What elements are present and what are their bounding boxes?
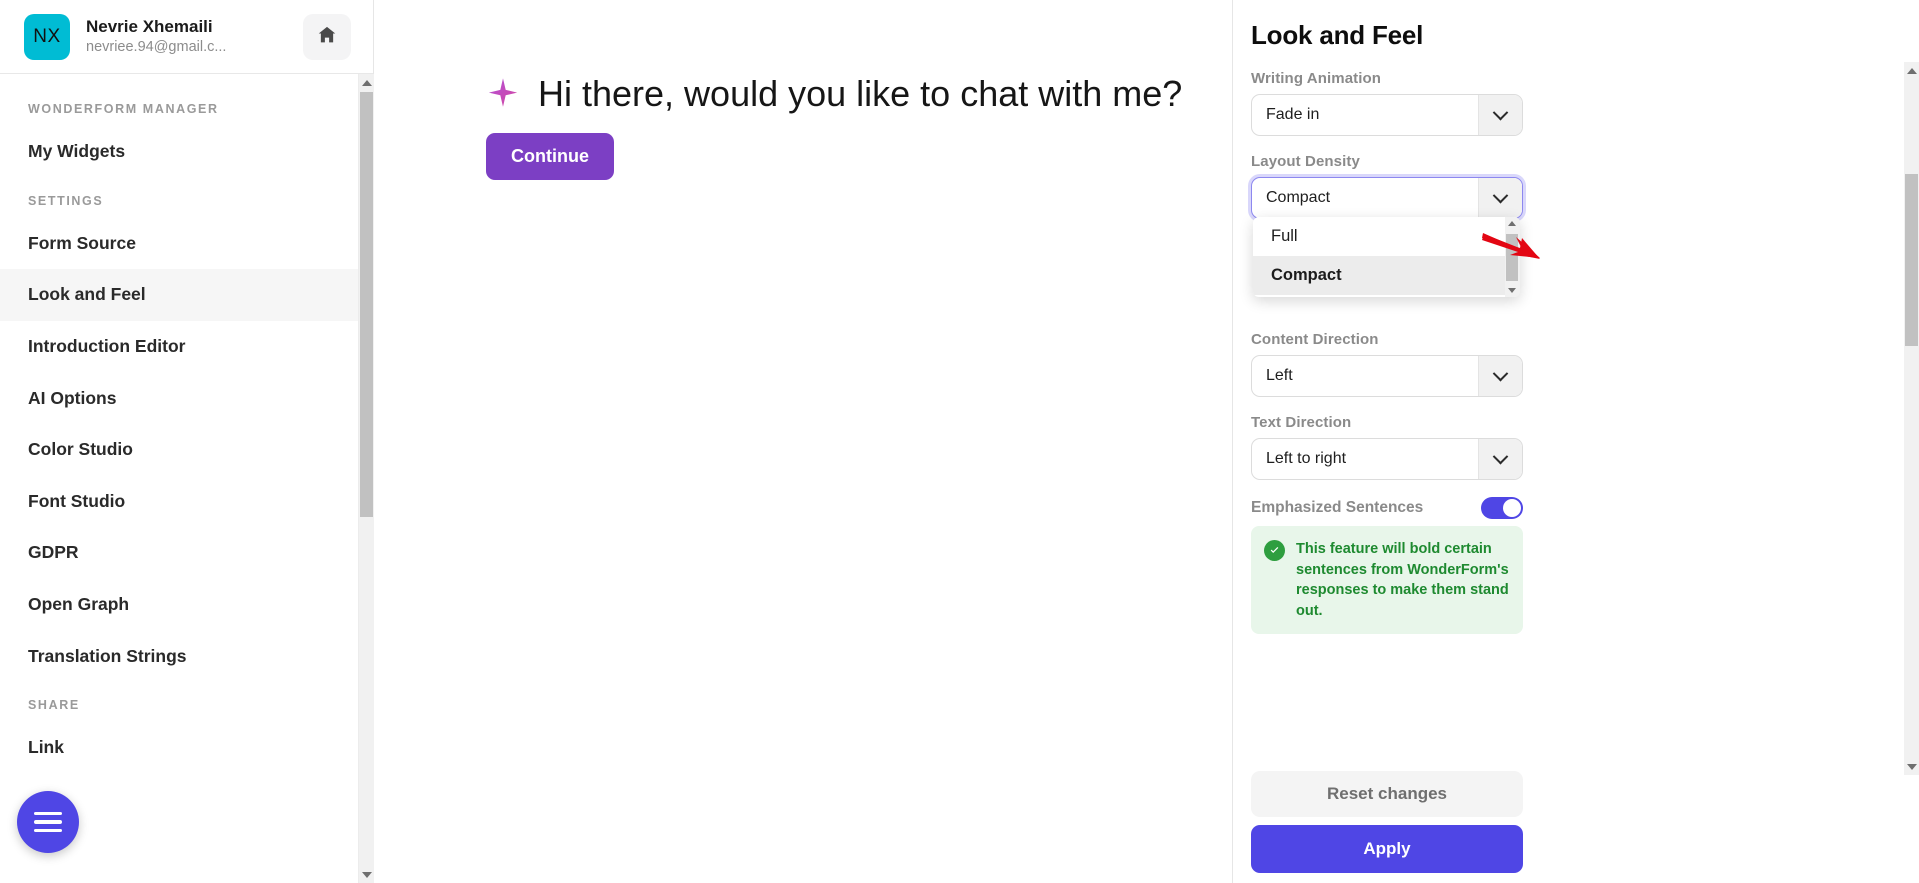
sidebar-user-header: NX Nevrie Xhemaili nevriee.94@gmail.c... — [0, 0, 373, 74]
page-title: Look and Feel — [1251, 20, 1424, 50]
home-button[interactable] — [303, 13, 351, 60]
scroll-down-arrow-icon[interactable] — [1904, 758, 1919, 775]
chat-greeting-text: Hi there, would you like to chat with me… — [538, 73, 1183, 114]
select-writing-animation[interactable]: Fade in — [1251, 94, 1523, 136]
sidebar-nav: WONDERFORM MANAGER My Widgets SETTINGS F… — [0, 74, 358, 774]
settings-panel-footer: Reset changes Apply — [1251, 771, 1523, 873]
dropdown-option-full[interactable]: Full — [1253, 217, 1520, 256]
chevron-down-icon — [1478, 356, 1522, 396]
chevron-down-icon — [1478, 95, 1522, 135]
app-root: NX Nevrie Xhemaili nevriee.94@gmail.c...… — [0, 0, 1919, 883]
scroll-up-arrow-icon[interactable] — [359, 74, 374, 91]
select-value-layout-density: Compact — [1266, 189, 1331, 206]
sidebar-scroll-area: WONDERFORM MANAGER My Widgets SETTINGS F… — [0, 74, 358, 883]
field-layout-density: Layout Density Compact Full Compact — [1251, 153, 1869, 297]
avatar: NX — [24, 13, 70, 60]
hamburger-menu-icon — [34, 807, 62, 838]
notice-emphasized-sentences: This feature will bold certain sentences… — [1251, 526, 1523, 635]
sidebar-item-link[interactable]: Link — [0, 722, 358, 774]
field-writing-animation: Writing Animation Fade in — [1251, 70, 1869, 136]
sidebar-section-label-settings: SETTINGS — [28, 193, 104, 208]
user-email: nevriee.94@gmail.c... — [86, 38, 227, 55]
toggle-row-emphasized-sentences: Emphasized Sentences — [1251, 497, 1523, 519]
field-label-content-direction: Content Direction — [1251, 331, 1379, 348]
sidebar-item-form-source[interactable]: Form Source — [0, 218, 358, 270]
select-value-content-direction: Left — [1266, 367, 1293, 384]
hamburger-menu-button[interactable] — [17, 791, 79, 853]
select-value-writing-animation: Fade in — [1266, 106, 1320, 123]
sidebar-scrollbar-thumb[interactable] — [360, 92, 373, 517]
select-content-direction[interactable]: Left — [1251, 355, 1523, 397]
sidebar-section-label-manager: WONDERFORM MANAGER — [28, 102, 219, 116]
settings-panel-scrollbar-thumb[interactable] — [1905, 174, 1918, 346]
chat-greeting-row: Hi there, would you like to chat with me… — [486, 72, 1232, 115]
select-layout-density[interactable]: Compact — [1251, 177, 1523, 219]
sidebar: NX Nevrie Xhemaili nevriee.94@gmail.c...… — [0, 0, 374, 883]
field-label-writing-animation: Writing Animation — [1251, 70, 1382, 87]
dropdown-option-compact[interactable]: Compact — [1253, 256, 1520, 295]
reset-changes-button[interactable]: Reset changes — [1251, 771, 1523, 817]
scroll-down-arrow-icon[interactable] — [359, 866, 374, 883]
continue-button-wrap: Continue — [486, 115, 1232, 181]
check-circle-icon — [1264, 540, 1285, 561]
sidebar-item-font-studio[interactable]: Font Studio — [0, 476, 358, 528]
field-text-direction: Text Direction Left to right — [1251, 414, 1869, 480]
settings-panel: Look and Feel Writing Animation Fade in … — [1233, 0, 1919, 883]
home-icon — [316, 24, 338, 49]
sidebar-section-label-share: SHARE — [28, 698, 80, 713]
toggle-emphasized-sentences[interactable] — [1481, 497, 1523, 519]
user-meta: Nevrie Xhemaili nevriee.94@gmail.c... — [86, 16, 303, 56]
field-label-layout-density: Layout Density — [1251, 153, 1360, 170]
sidebar-item-my-widgets[interactable]: My Widgets — [0, 126, 358, 178]
chevron-down-icon — [1478, 178, 1522, 218]
dropdown-scroll-down-icon[interactable] — [1508, 288, 1516, 293]
field-label-text-direction: Text Direction — [1251, 414, 1352, 431]
dropdown-scrollbar-thumb[interactable] — [1506, 234, 1518, 281]
sidebar-item-introduction-editor[interactable]: Introduction Editor — [0, 321, 358, 373]
chat-preview: Hi there, would you like to chat with me… — [374, 0, 1232, 181]
select-value-text-direction: Left to right — [1266, 450, 1347, 467]
settings-panel-scrollbar[interactable] — [1904, 62, 1919, 775]
sidebar-item-open-graph[interactable]: Open Graph — [0, 579, 358, 631]
notice-text: This feature will bold certain sentences… — [1296, 541, 1509, 619]
sidebar-item-gdpr[interactable]: GDPR — [0, 527, 358, 579]
sidebar-item-ai-options[interactable]: AI Options — [0, 373, 358, 425]
toggle-label-emphasized-sentences: Emphasized Sentences — [1251, 499, 1424, 516]
select-text-direction[interactable]: Left to right — [1251, 438, 1523, 480]
user-name: Nevrie Xhemaili — [86, 17, 213, 37]
sidebar-item-color-studio[interactable]: Color Studio — [0, 424, 358, 476]
settings-panel-body: Writing Animation Fade in Layout Density… — [1233, 64, 1893, 767]
dropdown-layout-density[interactable]: Full Compact — [1253, 217, 1520, 297]
dropdown-scrollbar[interactable] — [1505, 217, 1520, 297]
field-content-direction: Content Direction Left — [1251, 331, 1869, 397]
apply-button[interactable]: Apply — [1251, 825, 1523, 873]
dropdown-scroll-up-icon[interactable] — [1508, 221, 1516, 226]
field-emphasized-sentences: Emphasized Sentences This feature will b… — [1251, 497, 1523, 635]
chevron-down-icon — [1478, 439, 1522, 479]
sidebar-scrollbar[interactable] — [358, 74, 374, 883]
sidebar-item-translation-strings[interactable]: Translation Strings — [0, 631, 358, 683]
scroll-up-arrow-icon[interactable] — [1904, 62, 1919, 79]
sparkle-icon — [486, 77, 520, 111]
sidebar-item-look-and-feel[interactable]: Look and Feel — [0, 269, 358, 321]
continue-button[interactable]: Continue — [486, 133, 614, 181]
main-preview-area: Hi there, would you like to chat with me… — [374, 0, 1233, 883]
